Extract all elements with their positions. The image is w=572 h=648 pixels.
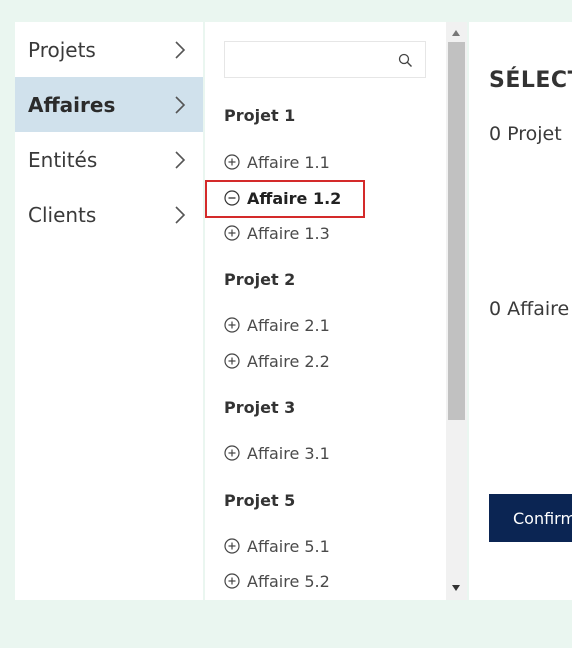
nav-item-label: Projets: [28, 37, 96, 62]
affaires-list: Projet 1 Affaire 1.1 Affaire 1.2 Affaire…: [205, 22, 446, 600]
group-title: Projet 3: [224, 398, 296, 417]
nav-item-projets[interactable]: Projets: [15, 22, 203, 77]
project-count: 0 Projet: [489, 123, 562, 145]
list-item[interactable]: Affaire 5.1: [224, 534, 330, 558]
nav-item-affaires[interactable]: Affaires: [15, 77, 203, 132]
search-input[interactable]: [231, 48, 395, 74]
search-icon[interactable]: [398, 53, 413, 68]
nav-item-entites[interactable]: Entités: [15, 132, 203, 187]
group-title: Projet 2: [224, 270, 296, 289]
nav-item-label: Entités: [28, 147, 98, 172]
chevron-right-icon: [175, 41, 186, 59]
minus-circle-icon: [224, 190, 240, 206]
group-title: Projet 5: [224, 491, 296, 510]
panel-title: SÉLECT: [489, 68, 572, 93]
chevron-right-icon: [175, 96, 186, 114]
list-item[interactable]: Affaire 2.1: [224, 313, 330, 337]
plus-circle-icon: [224, 154, 240, 170]
chevron-right-icon: [175, 206, 186, 224]
scroll-down-arrow-icon[interactable]: [451, 584, 461, 592]
list-item[interactable]: Affaire 2.2: [224, 349, 330, 373]
plus-circle-icon: [224, 538, 240, 554]
scrollbar-thumb[interactable]: [448, 42, 465, 420]
chevron-right-icon: [175, 151, 186, 169]
affaire-count: 0 Affaire: [489, 298, 570, 320]
list-item[interactable]: Affaire 1.3: [224, 221, 330, 245]
confirm-button[interactable]: Confirm: [489, 494, 572, 542]
list-item-label: Affaire 5.2: [247, 571, 330, 591]
selection-panel: SÉLECT 0 Projet 0 Affaire Confirm: [469, 22, 572, 600]
list-item-label: Affaire 1.3: [247, 223, 330, 243]
list-item-label: Affaire 2.2: [247, 351, 330, 371]
list-item[interactable]: Affaire 5.2: [224, 569, 330, 593]
group-title: Projet 1: [224, 106, 296, 125]
selector-frame: Projets Affaires Entités Clients Projet …: [15, 22, 572, 600]
list-item-label: Affaire 1.2: [247, 188, 342, 208]
nav-item-clients[interactable]: Clients: [15, 187, 203, 242]
list-item-label: Affaire 5.1: [247, 536, 330, 556]
scroll-up-arrow-icon[interactable]: [451, 29, 461, 37]
plus-circle-icon: [224, 353, 240, 369]
plus-circle-icon: [224, 317, 240, 333]
plus-circle-icon: [224, 573, 240, 589]
list-scrollbar[interactable]: [446, 22, 467, 600]
search-box: [224, 41, 426, 78]
list-item[interactable]: Affaire 1.1: [224, 150, 330, 174]
nav-item-label: Affaires: [28, 92, 116, 117]
category-nav: Projets Affaires Entités Clients: [15, 22, 203, 600]
list-item[interactable]: Affaire 3.1: [224, 441, 330, 465]
list-item-label: Affaire 3.1: [247, 443, 330, 463]
plus-circle-icon: [224, 225, 240, 241]
list-item-selected[interactable]: Affaire 1.2: [224, 186, 341, 210]
list-item-label: Affaire 1.1: [247, 152, 330, 172]
nav-item-label: Clients: [28, 202, 97, 227]
list-item-label: Affaire 2.1: [247, 315, 330, 335]
plus-circle-icon: [224, 445, 240, 461]
